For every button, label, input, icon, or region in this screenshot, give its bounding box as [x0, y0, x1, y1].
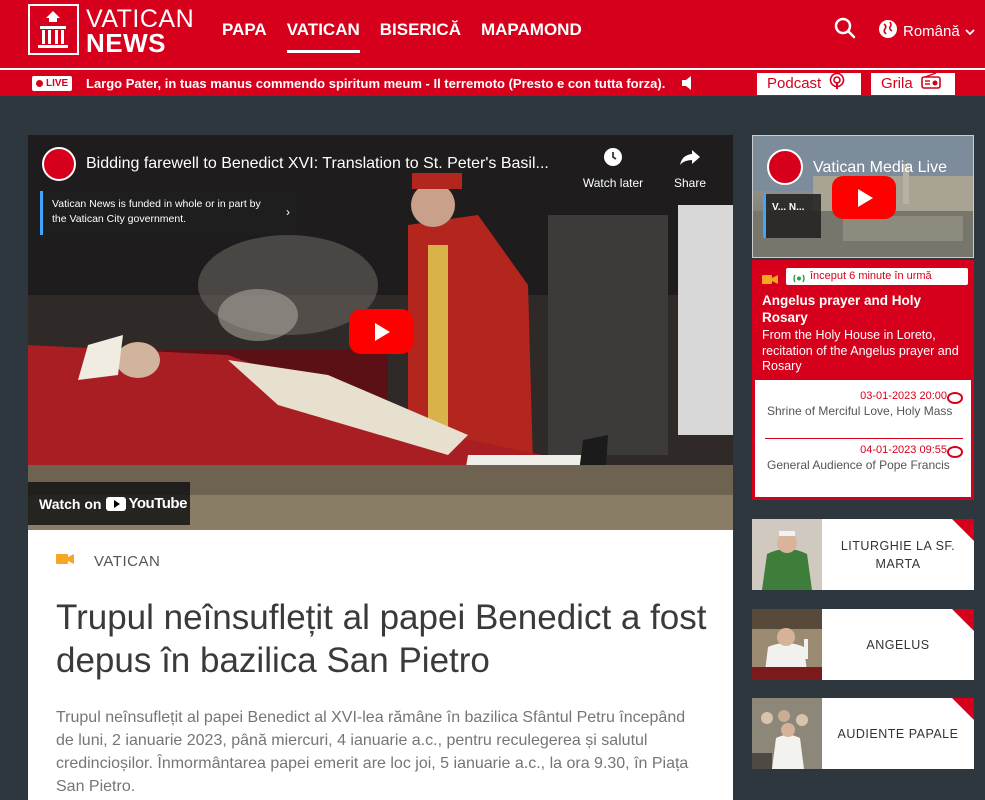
chevron-down-icon: [965, 23, 975, 40]
corner-marker: [952, 519, 974, 541]
search-icon[interactable]: [833, 16, 857, 40]
video-camera-icon: [762, 272, 778, 290]
feature-tile-liturghie[interactable]: LITURGHIE LA SF. MARTA: [752, 519, 974, 590]
video-title[interactable]: Bidding farewell to Benedict XVI: Transl…: [86, 155, 549, 173]
video-camera-icon: [56, 552, 74, 570]
side-play-button[interactable]: [832, 176, 896, 219]
article-card: VATICAN Trupul neînsuflețit al papei Ben…: [28, 530, 733, 800]
side-funding-notice[interactable]: V... N...: [763, 194, 821, 238]
side-channel-avatar[interactable]: [767, 149, 803, 185]
radio-icon: [920, 71, 941, 96]
podcast-button[interactable]: Podcast: [757, 72, 861, 97]
speaker-icon[interactable]: [681, 75, 695, 91]
watch-later-button[interactable]: Watch later: [581, 147, 645, 190]
watch-later-label: Watch later: [582, 176, 644, 190]
started-badge: început 6 minute în urmă: [786, 268, 968, 285]
pope-angelus-image: [752, 609, 822, 680]
grila-label: Grila: [881, 75, 913, 92]
corner-marker: [952, 698, 974, 720]
schedule-item[interactable]: 04-01-2023 09:55 General Audience of Pop…: [765, 444, 963, 474]
started-badge-label: început 6 minute în urmă: [810, 270, 932, 282]
feature-tile-angelus[interactable]: ANGELUS: [752, 609, 974, 680]
globe-icon: [878, 19, 898, 43]
nav-item-papa[interactable]: PAPA: [222, 18, 267, 53]
section-label: VATICAN: [94, 552, 161, 570]
channel-avatar[interactable]: [42, 147, 76, 181]
schedule-item-name: Shrine of Merciful Love, Holy Mass: [767, 404, 953, 418]
nav-item-mapamond[interactable]: MAPAMOND: [481, 18, 582, 53]
program-title: Angelus prayer and Holy Rosary: [762, 293, 922, 325]
vatican-media-live-player[interactable]: Vatican Media Live V... N...: [752, 135, 974, 258]
article-title[interactable]: Trupul neînsuflețit al papei Benedict a …: [56, 596, 716, 682]
vatican-news-logo[interactable]: VATICAN NEWS: [28, 4, 198, 60]
live-schedule-card: început 6 minute în urmă Angelus prayer …: [752, 260, 974, 500]
chevron-right-icon: ›: [286, 205, 290, 219]
schedule-item-name: General Audience of Pope Francis: [767, 458, 950, 472]
logo-text-bottom: NEWS: [86, 28, 166, 58]
nav-item-vatican[interactable]: VATICAN: [286, 18, 360, 53]
article-section[interactable]: VATICAN: [56, 552, 160, 570]
language-label: Română: [903, 22, 960, 40]
funding-notice-text: Vatican News is funded in whole or in pa…: [52, 198, 261, 225]
live-strip: LIVE Largo Pater, in tuas manus commendo…: [0, 68, 985, 96]
schedule-item-time: 03-01-2023 20:00: [765, 390, 963, 404]
nav-item-biserica[interactable]: BISERICĂ: [380, 18, 461, 53]
vatican-crest-icon: [28, 4, 79, 55]
podcast-label: Podcast: [767, 75, 822, 92]
podcast-icon: [829, 72, 845, 97]
live-now-playing[interactable]: Largo Pater, in tuas manus commendo spir…: [86, 76, 665, 91]
watch-on-label: Watch on: [39, 495, 102, 512]
live-broadcast-icon: [792, 272, 806, 289]
schedule-item-time: 04-01-2023 09:55: [765, 444, 963, 458]
corner-marker: [952, 609, 974, 631]
grila-button[interactable]: Grila: [871, 71, 955, 96]
program-description: From the Holy House in Loreto, recitatio…: [762, 328, 959, 373]
pope-mass-image: [752, 519, 822, 590]
youtube-icon: [106, 496, 127, 511]
play-button[interactable]: [349, 309, 413, 354]
youtube-logo: YouTube: [106, 495, 187, 512]
youtube-label: YouTube: [128, 495, 187, 512]
share-button[interactable]: Share: [668, 147, 712, 190]
papal-audience-image: [752, 698, 822, 769]
article-lead: Trupul neînsuflețit al papei Benedict al…: [56, 709, 689, 795]
funding-notice[interactable]: Vatican News is funded in whole or in pa…: [40, 191, 298, 235]
feature-tile-audiente[interactable]: AUDIENTE PAPALE: [752, 698, 974, 769]
main-nav: PAPA VATICAN BISERICĂ MAPAMOND: [222, 18, 582, 53]
clock-icon: [603, 148, 623, 170]
schedule-item[interactable]: 03-01-2023 20:00 Shrine of Merciful Love…: [765, 390, 963, 420]
current-program[interactable]: început 6 minute în urmă Angelus prayer …: [755, 263, 971, 380]
video-player[interactable]: Bidding farewell to Benedict XVI: Transl…: [28, 135, 733, 530]
language-selector[interactable]: Română: [878, 19, 975, 43]
live-badge: LIVE: [32, 76, 73, 91]
site-header: VATICAN NEWS PAPA VATICAN BISERICĂ MAPAM…: [0, 0, 985, 68]
share-label: Share: [673, 176, 707, 190]
share-icon: [679, 150, 701, 170]
side-funding-text: V... N...: [772, 202, 805, 213]
schedule-divider: [765, 438, 963, 439]
side-video-title[interactable]: Vatican Media Live: [813, 159, 947, 177]
watch-on-youtube-button[interactable]: Watch on YouTube: [28, 482, 190, 525]
